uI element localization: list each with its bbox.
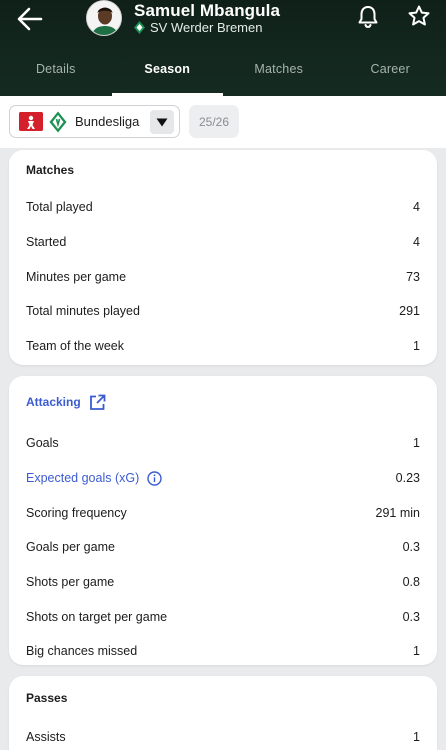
stat-label: Big chances missed xyxy=(26,644,138,659)
stat-value: 4 xyxy=(413,200,420,215)
arrow-left-icon[interactable] xyxy=(14,4,48,34)
stat-label: Scoring frequency xyxy=(26,505,127,520)
stat-row: Big chances missed 1 xyxy=(9,634,437,669)
section-title: Passes xyxy=(26,691,68,705)
stat-label: Total played xyxy=(26,200,93,215)
stat-value: 0.23 xyxy=(395,471,420,486)
bundesliga-logo-icon xyxy=(19,112,43,131)
stat-value: 1 xyxy=(413,730,420,745)
stat-row: Started 4 xyxy=(9,225,437,260)
info-icon[interactable] xyxy=(147,470,162,486)
tab-career[interactable]: Career xyxy=(335,56,446,96)
werder-logo-icon xyxy=(49,111,67,132)
section-title: Matches xyxy=(26,163,75,177)
attacking-link[interactable]: Attacking xyxy=(9,376,437,426)
stat-value: 1 xyxy=(413,644,420,659)
tab-matches[interactable]: Matches xyxy=(223,56,335,96)
tab-details[interactable]: Details xyxy=(0,56,112,96)
stat-value: 0.3 xyxy=(402,540,420,555)
stat-row: Shots per game 0.8 xyxy=(9,565,437,600)
player-name: Samuel Mbangula xyxy=(134,1,281,20)
stat-row: Team of the week 1 xyxy=(9,329,437,364)
filter-bar: Bundesliga 25/26 xyxy=(0,96,446,148)
passes-card: Passes Assists 1 xyxy=(9,676,437,750)
season-select[interactable]: 25/26 xyxy=(189,105,239,138)
league-select[interactable]: Bundesliga xyxy=(9,105,180,138)
stat-label: Started xyxy=(26,235,67,250)
stat-row: Expected goals (xG) 0.23 xyxy=(9,461,437,496)
external-link-icon xyxy=(89,394,106,410)
stat-value: 291 xyxy=(399,304,420,319)
stat-value: 73 xyxy=(406,269,420,284)
club-row[interactable]: SV Werder Bremen xyxy=(134,20,262,35)
matches-card: Matches Total played 4 Started 4 Minutes p… xyxy=(9,150,437,365)
stat-label: Goals xyxy=(26,436,59,451)
league-name: Bundesliga xyxy=(75,114,140,129)
stat-label: Expected goals (xG) xyxy=(26,471,140,486)
stat-value: 0.8 xyxy=(402,575,420,590)
stat-row: Shots on target per game 0.3 xyxy=(9,599,437,634)
stat-row: Assists 1 xyxy=(9,720,437,750)
xg-link[interactable]: Expected goals (xG) xyxy=(26,470,162,486)
tab-season[interactable]: Season xyxy=(111,56,224,96)
stat-label: Shots on target per game xyxy=(26,609,168,624)
stat-value: 1 xyxy=(413,436,420,451)
section-title: Attacking xyxy=(26,395,81,409)
chevron-down-icon[interactable] xyxy=(150,110,174,134)
stat-label: Team of the week xyxy=(26,339,124,354)
stat-label: Minutes per game xyxy=(26,269,127,284)
stat-value: 1 xyxy=(413,339,420,354)
stat-label: Shots per game xyxy=(26,575,115,590)
stat-label: Goals per game xyxy=(26,540,115,555)
stat-row: Scoring frequency 291 min xyxy=(9,495,437,530)
stat-row: Goals per game 0.3 xyxy=(9,530,437,565)
player-photo xyxy=(87,1,121,35)
stat-row: Total minutes played 291 xyxy=(9,294,437,329)
stat-value: 4 xyxy=(413,235,420,250)
stat-row: Minutes per game 73 xyxy=(9,259,437,294)
stat-label: Assists xyxy=(26,730,66,745)
avatar xyxy=(86,0,122,36)
stat-row: Total played 4 xyxy=(9,190,437,225)
tab-bar: Details Season Matches Career xyxy=(0,56,446,96)
stat-value: 0.3 xyxy=(402,609,420,624)
werder-logo-icon xyxy=(134,21,145,34)
bell-icon[interactable] xyxy=(356,4,380,30)
stat-row: Goals 1 xyxy=(9,426,437,461)
stat-label: Total minutes played xyxy=(26,304,140,319)
club-name: SV Werder Bremen xyxy=(150,20,263,35)
stat-value: 291 min xyxy=(375,505,420,520)
player-header: Samuel Mbangula SV Werder Bremen Details… xyxy=(0,0,446,96)
attacking-card: Attacking Goals 1 Expected goals (xG) 0.2… xyxy=(9,376,437,665)
star-icon[interactable] xyxy=(407,4,431,28)
